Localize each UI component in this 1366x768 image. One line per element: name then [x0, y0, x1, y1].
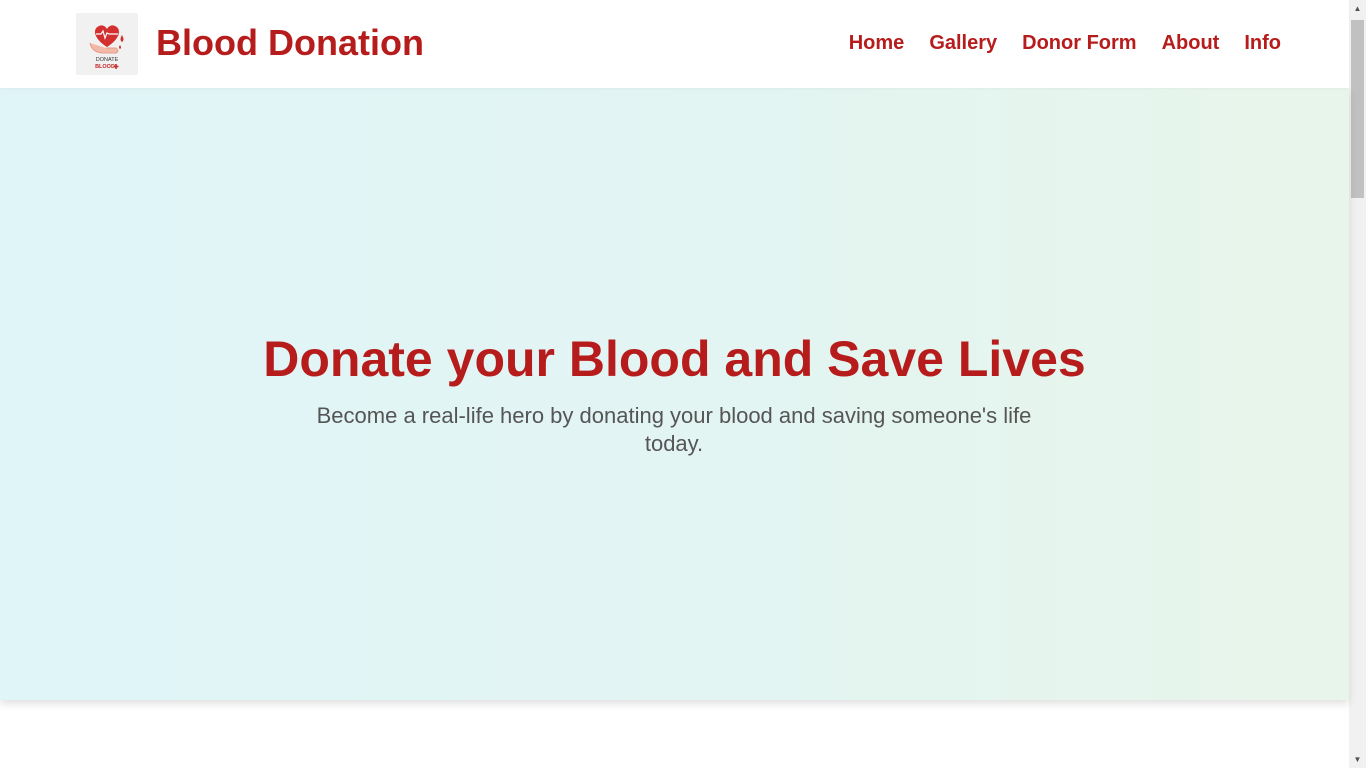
page: DONATE BLOOD Blood Donation Home Gallery… — [0, 0, 1366, 768]
hero-subtitle: Become a real-life hero by donating your… — [316, 403, 1032, 456]
hero-title: Donate your Blood and Save Lives — [263, 331, 1086, 387]
nav-about[interactable]: About — [1162, 30, 1220, 56]
nav-home[interactable]: Home — [849, 30, 905, 56]
logo-text-line1: DONATE — [96, 57, 119, 63]
site-header: DONATE BLOOD Blood Donation Home Gallery… — [0, 0, 1349, 88]
hero-section: Donate your Blood and Save Lives Become … — [0, 88, 1349, 700]
vertical-scrollbar[interactable]: ▲ ▼ — [1349, 0, 1366, 768]
site-title[interactable]: Blood Donation — [156, 22, 424, 64]
page-content: DONATE BLOOD Blood Donation Home Gallery… — [0, 0, 1349, 768]
nav-gallery[interactable]: Gallery — [929, 30, 997, 56]
heart-blood-drop-logo-icon: DONATE BLOOD — [89, 25, 124, 70]
site-logo[interactable]: DONATE BLOOD — [76, 13, 138, 75]
main-nav: Home Gallery Donor Form About Info — [849, 30, 1281, 56]
nav-info[interactable]: Info — [1244, 30, 1281, 56]
scrollbar-thumb[interactable] — [1351, 20, 1364, 198]
nav-donor-form[interactable]: Donor Form — [1022, 30, 1136, 56]
logo-text-line2: BLOOD — [95, 64, 115, 70]
triangle-up-icon[interactable]: ▲ — [1349, 0, 1366, 17]
triangle-down-icon[interactable]: ▼ — [1349, 751, 1366, 768]
